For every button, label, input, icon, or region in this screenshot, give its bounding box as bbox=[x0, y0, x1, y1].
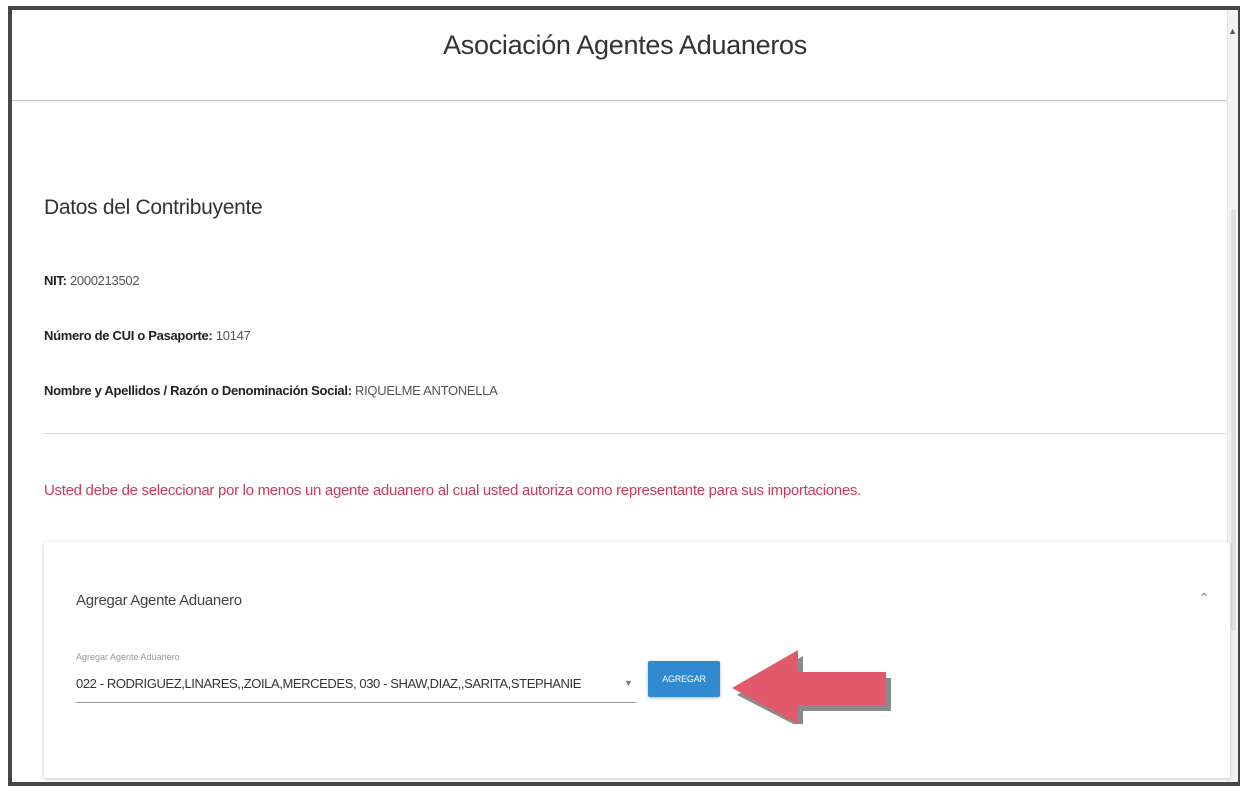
cui-value: 10147 bbox=[215, 328, 251, 343]
chevron-up-icon[interactable]: ⌃ bbox=[1198, 590, 1210, 607]
page-title: Asociación Agentes Aduaneros bbox=[443, 29, 807, 60]
warning-message: Usted debe de seleccionar por lo menos u… bbox=[44, 482, 861, 499]
arrow-left-icon bbox=[732, 650, 891, 724]
agent-select-value[interactable]: 022 - RODRIGUEZ,LINARES,,ZOILA,MERCEDES,… bbox=[76, 676, 581, 691]
nit-row: NIT: 2000213502 bbox=[44, 273, 140, 288]
divider bbox=[42, 433, 1228, 434]
add-agent-button[interactable]: AGREGAR bbox=[648, 661, 720, 697]
name-label: Nombre y Apellidos / Razón o Denominació… bbox=[44, 383, 352, 398]
name-value: RIQUELME ANTONELLA bbox=[355, 383, 498, 398]
agent-select[interactable]: Agregar Agente Aduanero 022 - RODRIGUEZ,… bbox=[76, 652, 636, 712]
agent-select-label: Agregar Agente Aduanero bbox=[76, 652, 180, 662]
panel-title[interactable]: Agregar Agente Aduanero bbox=[76, 592, 242, 609]
scroll-up-icon[interactable]: ▲ bbox=[1228, 26, 1237, 36]
add-agent-panel: Agregar Agente Aduanero ⌃ Agregar Agente… bbox=[44, 542, 1230, 778]
header: Asociación Agentes Aduaneros bbox=[12, 10, 1238, 101]
nit-value: 2000213502 bbox=[69, 273, 140, 288]
cui-label: Número de CUI o Pasaporte: bbox=[44, 328, 213, 343]
select-underline bbox=[76, 702, 636, 703]
app-frame: Asociación Agentes Aduaneros ▲ Datos del… bbox=[8, 6, 1240, 786]
caret-down-icon[interactable]: ▼ bbox=[624, 678, 633, 688]
cui-row: Número de CUI o Pasaporte: 10147 bbox=[44, 328, 251, 343]
section-title: Datos del Contribuyente bbox=[44, 196, 263, 219]
scrollbar-thumb[interactable] bbox=[1231, 210, 1236, 630]
name-row: Nombre y Apellidos / Razón o Denominació… bbox=[44, 383, 498, 398]
nit-label: NIT: bbox=[44, 273, 67, 288]
